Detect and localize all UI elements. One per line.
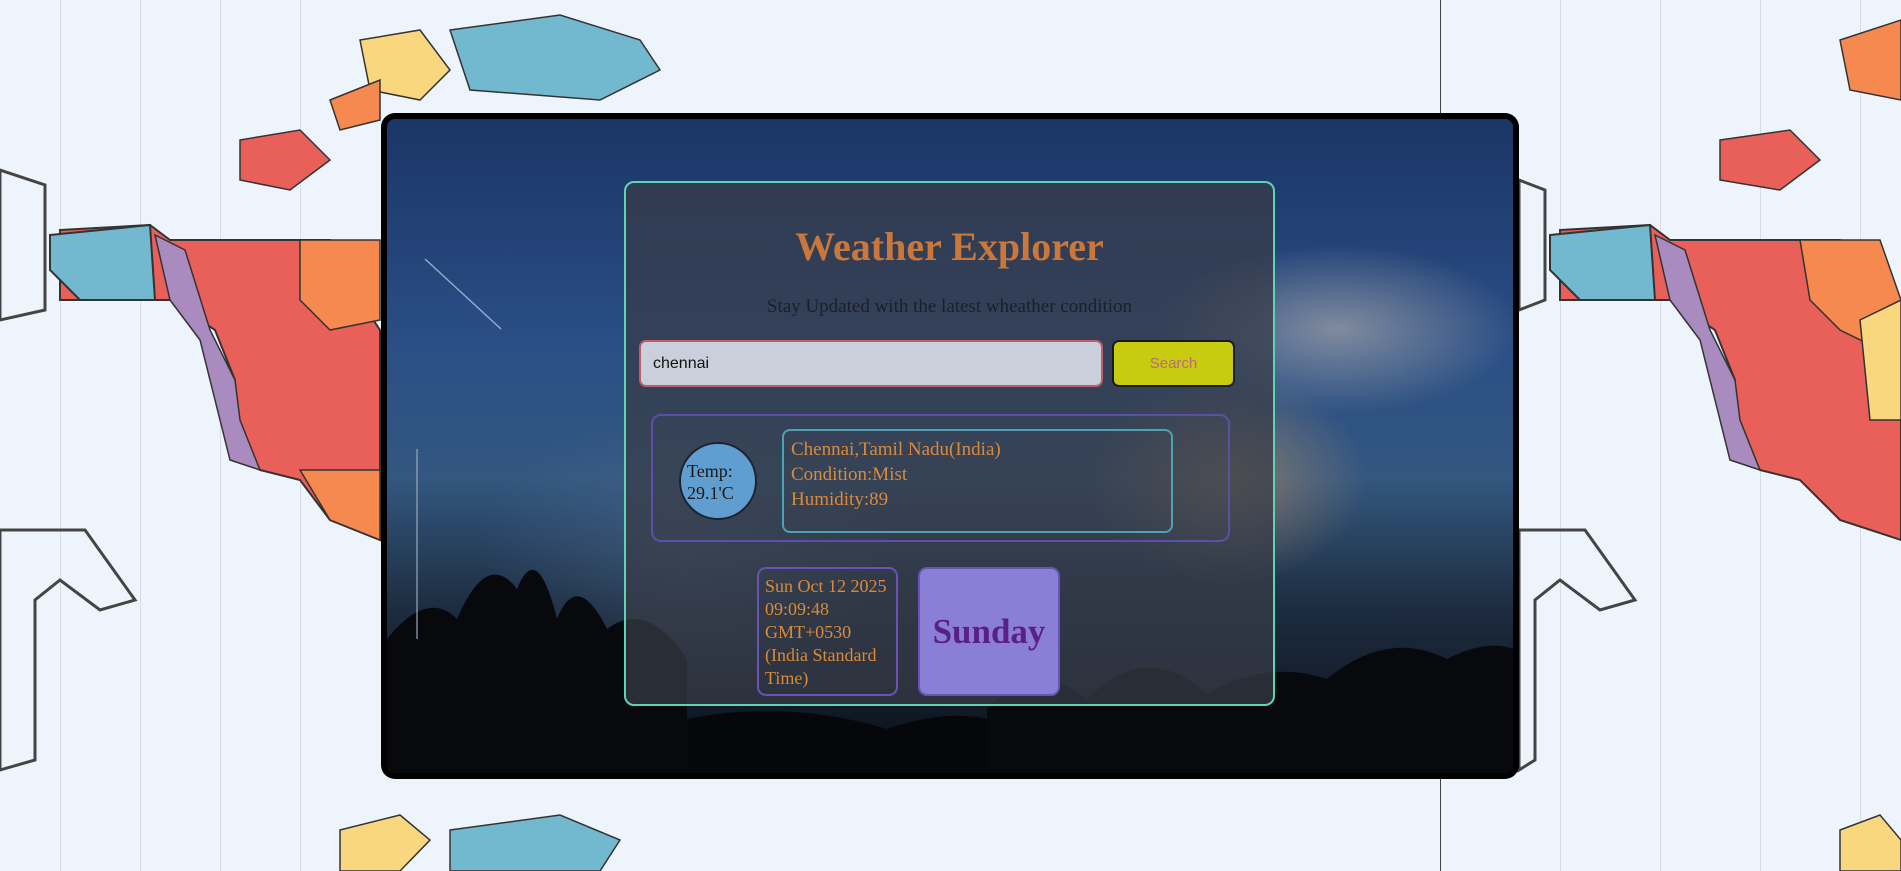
- humidity-row: Humidity:89: [791, 487, 1164, 512]
- condition-value: Mist: [872, 464, 908, 485]
- datetime-box: Sun Oct 12 2025 09:09:48 GMT+0530 (India…: [757, 567, 898, 696]
- search-input[interactable]: [639, 340, 1103, 387]
- weather-details: Chennai,Tamil Nadu(India) Condition:Mist…: [782, 429, 1173, 533]
- temperature-badge: Temp: 29.1'C: [679, 442, 757, 520]
- humidity-label: Humidity:: [791, 489, 870, 510]
- temperature-label: Temp:: [687, 461, 733, 481]
- condition-label: Condition:: [791, 464, 873, 485]
- day-box: Sunday: [918, 567, 1060, 696]
- temperature-value: 29.1'C: [687, 483, 734, 503]
- condition-row: Condition:Mist: [791, 462, 1164, 487]
- weather-card: Weather Explorer Stay Updated with the l…: [624, 181, 1275, 706]
- weather-info-box: Temp: 29.1'C Chennai,Tamil Nadu(India) C…: [651, 414, 1230, 542]
- humidity-value: 89: [869, 489, 889, 510]
- search-button[interactable]: Search: [1112, 340, 1235, 387]
- page-title: Weather Explorer: [795, 224, 1104, 269]
- page-subtitle: Stay Updated with the latest wheather co…: [766, 296, 1133, 317]
- location-text: Chennai,Tamil Nadu(India): [791, 439, 1001, 460]
